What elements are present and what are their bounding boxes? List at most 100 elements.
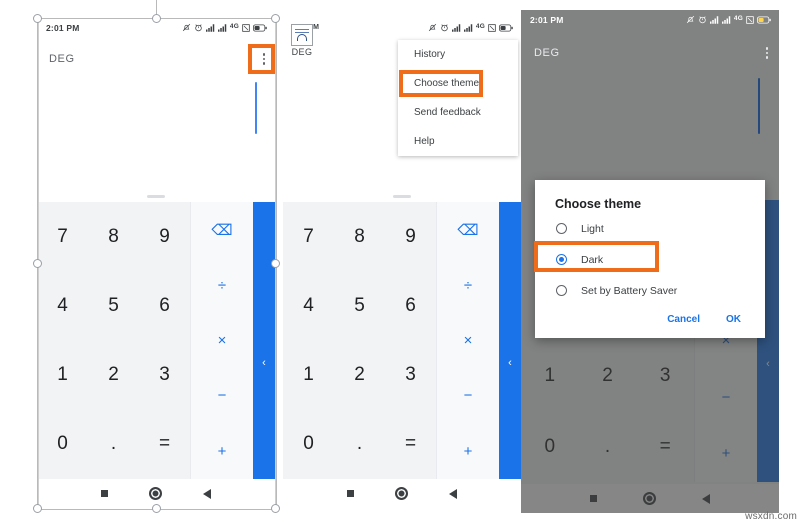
backspace-key[interactable]: ⌫ [437,202,499,257]
cancel-button[interactable]: Cancel [667,314,700,325]
minus-key[interactable]: − [437,368,499,423]
digit-key[interactable]: 5 [334,271,385,340]
keypad-drag-handle[interactable] [393,195,411,198]
broken-image-label: DEG [291,47,313,57]
angle-unit-label: DEG [49,53,75,65]
battery-icon [757,16,771,24]
theme-option-battery-saver[interactable]: Set by Battery Saver [535,275,765,306]
keypad-drag-handle[interactable] [147,195,165,198]
back-button[interactable] [449,488,458,499]
digit-key[interactable]: 8 [88,202,139,271]
menu-item-history[interactable]: History [398,40,518,69]
battery-icon [253,24,267,32]
network-4g-label: 4G [475,23,485,31]
ok-button[interactable]: OK [726,314,741,325]
digit-key[interactable]: 4 [37,271,88,340]
equals-key[interactable]: = [139,410,190,479]
selection-handle-top-left[interactable] [33,14,42,23]
phone-screenshot-panel-1[interactable]: 2:01 PM 4G DEG 7 8 9 4 5 6 1 2 3 0 . = ⌫… [37,18,275,508]
digit-key[interactable]: 0 [37,410,88,479]
radio-unselected-icon[interactable] [556,223,567,234]
status-bar-icons: 4G [182,23,267,32]
digit-key[interactable]: 7 [37,202,88,271]
signal-bars-icon [217,23,227,32]
back-button[interactable] [203,488,212,499]
calculator-keypad[interactable]: 7 8 9 4 5 6 1 2 3 0 . = ⌫ ÷ × − + ‹ [37,202,275,479]
divide-key[interactable]: ÷ [191,257,253,312]
digit-grid[interactable]: 7 8 9 4 5 6 1 2 3 0 . = [283,202,436,479]
digit-key[interactable]: 2 [88,341,139,410]
angle-unit-label: DEG [534,47,560,59]
signal-bars-icon [721,15,731,24]
plus-key[interactable]: + [437,424,499,479]
operator-column[interactable]: ⌫ ÷ × − + [190,202,253,479]
minus-key[interactable]: − [191,368,253,423]
digit-key[interactable]: 3 [385,341,436,410]
overflow-menu-button[interactable] [765,47,768,59]
operator-column[interactable]: ⌫ ÷ × − + [436,202,499,479]
alarm-clock-icon [699,16,706,24]
selection-handle-top-center[interactable] [152,14,161,23]
selection-handle-bottom-right[interactable] [271,504,280,513]
digit-key[interactable]: 2 [334,341,385,410]
backspace-key[interactable]: ⌫ [191,202,253,257]
screenshot-canvas: 2:01 PM 4G DEG 7 8 9 4 5 6 1 2 3 0 . = ⌫… [0,0,800,523]
digit-key[interactable]: 1 [283,341,334,410]
broken-image-placeholder: M DEG [291,24,319,57]
signal-bars-icon [709,15,719,24]
signal-bars-icon [451,23,461,32]
alarm-clock-icon [195,24,202,32]
divide-key[interactable]: ÷ [437,257,499,312]
equals-key[interactable]: = [385,410,436,479]
selection-handle-middle-left[interactable] [33,259,42,268]
bell-muted-icon [182,23,191,32]
radio-unselected-icon[interactable] [556,285,567,296]
system-nav-bar[interactable] [283,479,521,508]
multiply-key[interactable]: × [191,313,253,368]
recents-button[interactable] [346,490,354,497]
selection-handle-top-right[interactable] [271,14,280,23]
status-bar-icons: 4G [428,23,513,32]
digit-key[interactable]: 5 [88,271,139,340]
digit-grid[interactable]: 7 8 9 4 5 6 1 2 3 0 . = [37,202,190,479]
theme-option-label: Light [581,222,604,235]
home-button[interactable] [148,487,162,500]
watermark: wsxdn.com [745,511,797,522]
menu-item-help[interactable]: Help [398,127,518,156]
broken-image-badge: M [313,24,319,31]
calculator-keypad[interactable]: 7 8 9 4 5 6 1 2 3 0 . = ⌫ ÷ × − + ‹ [283,202,521,479]
app-bar: DEG [49,49,265,69]
digit-key[interactable]: 1 [37,341,88,410]
expression-caret [254,82,257,134]
decimal-key[interactable]: . [88,410,139,479]
digit-key[interactable]: 3 [139,341,190,410]
status-bar-time: 2:01 PM [530,14,564,25]
selection-handle-middle-right[interactable] [271,259,280,268]
digit-key[interactable]: 8 [334,202,385,271]
digit-key[interactable]: 9 [385,202,436,271]
hotspot-icon [746,15,754,24]
callout-choose-theme [399,70,483,97]
network-4g-label: 4G [229,23,239,31]
recents-button[interactable] [100,490,108,497]
overflow-menu[interactable]: History Choose theme Send feedback Help [398,40,518,156]
battery-icon [499,24,513,32]
digit-key[interactable]: 6 [385,271,436,340]
digit-key[interactable]: 0 [283,410,334,479]
home-button[interactable] [394,487,408,500]
signal-bars-icon [463,23,473,32]
advanced-panel-handle[interactable]: ‹ [253,202,275,479]
digit-key[interactable]: 6 [139,271,190,340]
selection-handle-bottom-left[interactable] [33,504,42,513]
plus-key[interactable]: + [191,424,253,479]
digit-key[interactable]: 9 [139,202,190,271]
digit-key[interactable]: 4 [283,271,334,340]
menu-item-send-feedback[interactable]: Send feedback [398,98,518,127]
hotspot-icon [242,23,250,32]
theme-option-light[interactable]: Light [535,213,765,244]
multiply-key[interactable]: × [437,313,499,368]
digit-key[interactable]: 7 [283,202,334,271]
advanced-panel-handle[interactable]: ‹ [499,202,521,479]
selection-handle-bottom-center[interactable] [152,504,161,513]
decimal-key[interactable]: . [334,410,385,479]
